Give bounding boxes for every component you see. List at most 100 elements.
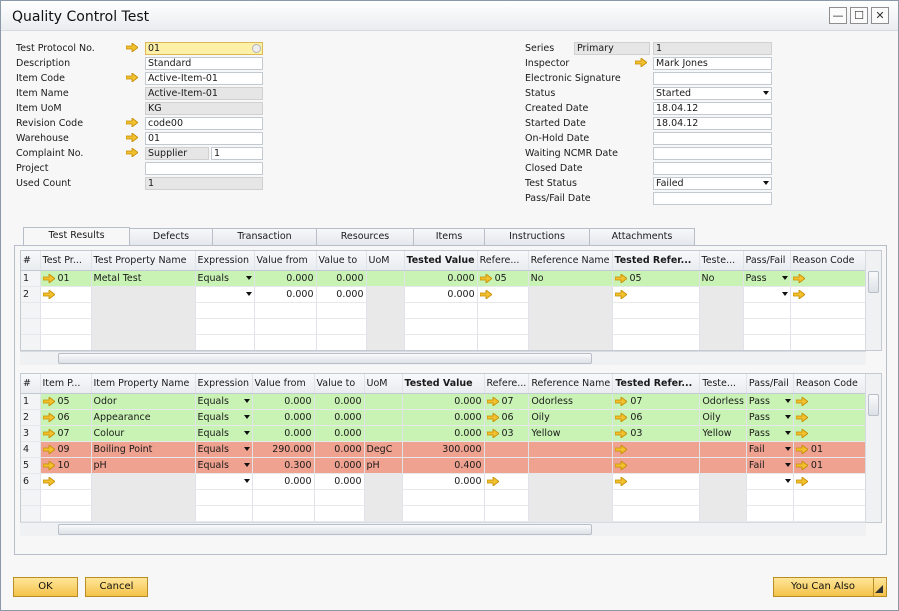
link-arrow-icon[interactable] bbox=[614, 427, 628, 439]
grid1-vertical-scrollbar[interactable] bbox=[865, 251, 881, 350]
grid2-cell-item-property-name[interactable]: Odor bbox=[91, 393, 196, 410]
grid2-cell-value-from[interactable]: 0.000 bbox=[252, 425, 315, 442]
grid1-header-test-pr[interactable]: Test Pr... bbox=[40, 251, 92, 271]
test-status-dropdown-icon[interactable] bbox=[763, 181, 769, 185]
item-code-field[interactable]: Active-Item-01 bbox=[145, 72, 263, 85]
protocol-spin-icon[interactable] bbox=[252, 44, 261, 53]
grid2-cell-teste[interactable] bbox=[699, 473, 747, 490]
grid2-cell-tested-value[interactable]: 0.400 bbox=[402, 457, 485, 474]
status-dropdown-icon[interactable] bbox=[763, 91, 769, 95]
cancel-button[interactable]: Cancel bbox=[85, 577, 148, 597]
link-arrow-icon[interactable] bbox=[614, 411, 628, 423]
grid1-scroll-thumb[interactable] bbox=[58, 353, 592, 364]
test-results-grid[interactable]: # Test Pr... Test Property Name Expression V… bbox=[20, 250, 882, 351]
pass-fail-date-field[interactable] bbox=[653, 192, 772, 205]
tab-resources[interactable]: Resources bbox=[316, 228, 414, 245]
grid1-cell-tested-refer[interactable]: 05 bbox=[612, 270, 700, 287]
grid2-cell-item-p[interactable]: 10 bbox=[40, 457, 92, 474]
grid2-header-expression[interactable]: Expression bbox=[195, 374, 253, 394]
waiting-ncmr-date-field[interactable] bbox=[653, 147, 772, 160]
grid1-cell-pass-fail[interactable] bbox=[743, 286, 791, 303]
grid1-header-reference-name[interactable]: Reference Name bbox=[528, 251, 613, 271]
link-arrow-icon[interactable] bbox=[486, 395, 500, 407]
link-arrow-icon[interactable] bbox=[614, 272, 628, 284]
dropdown-icon[interactable] bbox=[781, 275, 788, 280]
link-arrow-icon[interactable] bbox=[42, 443, 56, 455]
grid1-cell-test-property-name[interactable]: Metal Test bbox=[91, 270, 196, 287]
link-arrow-icon[interactable] bbox=[486, 427, 500, 439]
warehouse-field[interactable]: 01 bbox=[145, 132, 263, 145]
created-date-field[interactable]: 18.04.12 bbox=[653, 102, 772, 115]
grid2-cell-tested-value[interactable]: 0.000 bbox=[402, 425, 485, 442]
grid2-cell-value-from[interactable]: 290.000 bbox=[252, 441, 315, 458]
dropdown-icon[interactable] bbox=[243, 398, 250, 403]
dropdown-icon[interactable] bbox=[784, 478, 791, 483]
item-code-link-arrow-icon[interactable] bbox=[125, 72, 139, 83]
grid1-cell-test-property-name[interactable] bbox=[91, 286, 196, 303]
dropdown-icon[interactable] bbox=[784, 462, 791, 467]
grid2-cell-pass-fail[interactable]: Fail bbox=[746, 441, 794, 458]
grid2-cell-expression[interactable]: Equals bbox=[195, 393, 253, 410]
dropdown-icon[interactable] bbox=[784, 446, 791, 451]
grid2-cell-refere[interactable] bbox=[484, 441, 530, 458]
grid2-cell-uom[interactable] bbox=[364, 393, 403, 410]
dropdown-icon[interactable] bbox=[243, 462, 250, 467]
table-row[interactable]: 1 01 Metal Test Equals 0.000 0.000 0.000 05 No 05… bbox=[21, 270, 872, 287]
closed-date-field[interactable] bbox=[653, 162, 772, 175]
grid2-cell-refere[interactable]: 07 bbox=[484, 393, 530, 410]
grid2-cell-item-property-name[interactable]: Appearance bbox=[91, 409, 196, 426]
grid2-cell-item-property-name[interactable]: Boiling Point bbox=[91, 441, 196, 458]
grid2-cell-tested-refer[interactable]: 07 bbox=[612, 393, 701, 410]
grid1-header-expression[interactable]: Expression bbox=[195, 251, 255, 271]
grid2-header-value-to[interactable]: Value to bbox=[314, 374, 365, 394]
link-arrow-icon[interactable] bbox=[792, 272, 806, 284]
close-button[interactable]: ✕ bbox=[871, 7, 889, 24]
grid2-cell-tested-refer[interactable] bbox=[612, 441, 701, 458]
grid2-cell-uom[interactable] bbox=[364, 473, 403, 490]
grid1-cell-value-from[interactable]: 0.000 bbox=[254, 270, 317, 287]
test-status-field[interactable]: Failed bbox=[653, 177, 772, 190]
grid1-cell-reason-code[interactable] bbox=[790, 286, 872, 303]
grid2-cell-value-from[interactable]: 0.000 bbox=[252, 409, 315, 426]
grid1-header-tested-value[interactable]: Tested Value bbox=[404, 251, 478, 271]
grid2-cell-reason-code[interactable] bbox=[793, 425, 875, 442]
grid2-cell-expression[interactable] bbox=[195, 473, 253, 490]
grid2-cell-teste[interactable] bbox=[699, 457, 747, 474]
grid2-cell-teste[interactable] bbox=[699, 441, 747, 458]
grid1-cell-test-pr[interactable]: 01 bbox=[40, 270, 92, 287]
dropdown-icon[interactable] bbox=[245, 275, 252, 280]
grid2-cell-item-p[interactable]: 06 bbox=[40, 409, 92, 426]
link-arrow-icon[interactable] bbox=[42, 395, 56, 407]
link-arrow-icon[interactable] bbox=[479, 288, 493, 300]
grid2-header-reason-code[interactable]: Reason Code bbox=[793, 374, 875, 394]
link-arrow-icon[interactable] bbox=[42, 411, 56, 423]
grid1-horizontal-scrollbar[interactable] bbox=[20, 351, 866, 365]
grid2-cell-expression[interactable]: Equals bbox=[195, 457, 253, 474]
grid1-cell-value-from[interactable]: 0.000 bbox=[254, 286, 317, 303]
link-arrow-icon[interactable] bbox=[614, 443, 628, 455]
dropdown-icon[interactable] bbox=[243, 430, 250, 435]
grid2-cell-pass-fail[interactable]: Fail bbox=[746, 457, 794, 474]
grid2-header-item-p[interactable]: Item P... bbox=[40, 374, 92, 394]
table-row[interactable]: 5 10 pH Equals 0.300 0.000 pH 0.400 Fail 01 bbox=[21, 457, 875, 474]
tab-test-results[interactable]: Test Results bbox=[23, 227, 130, 245]
grid2-cell-tested-refer[interactable]: 06 bbox=[612, 409, 701, 426]
grid2-cell-tested-refer[interactable] bbox=[612, 473, 701, 490]
grid2-header-[interactable]: # bbox=[21, 374, 41, 394]
table-row[interactable]: 1 05 Odor Equals 0.000 0.000 0.000 07 Odorless 07… bbox=[21, 393, 875, 410]
link-arrow-icon[interactable] bbox=[42, 272, 56, 284]
grid2-cell-refere[interactable] bbox=[484, 473, 530, 490]
table-row[interactable]: 2 06 Appearance Equals 0.000 0.000 0.000 06 Oily… bbox=[21, 409, 875, 426]
dropdown-icon[interactable] bbox=[243, 414, 250, 419]
grid2-cell-pass-fail[interactable] bbox=[746, 473, 794, 490]
grid2-cell-reference-name[interactable] bbox=[528, 473, 614, 490]
grid2-cell-uom[interactable]: pH bbox=[364, 457, 403, 474]
inspector-link-arrow-icon[interactable] bbox=[634, 57, 648, 68]
grid2-cell-value-to[interactable]: 0.000 bbox=[314, 409, 365, 426]
grid2-vscroll-thumb[interactable] bbox=[868, 394, 879, 416]
link-arrow-icon[interactable] bbox=[42, 459, 56, 471]
grid1-cell-uom[interactable] bbox=[366, 270, 405, 287]
grid1-cell-teste[interactable]: No bbox=[699, 270, 744, 287]
grid1-header-uom[interactable]: UoM bbox=[366, 251, 405, 271]
electronic-signature-field[interactable] bbox=[653, 72, 772, 85]
